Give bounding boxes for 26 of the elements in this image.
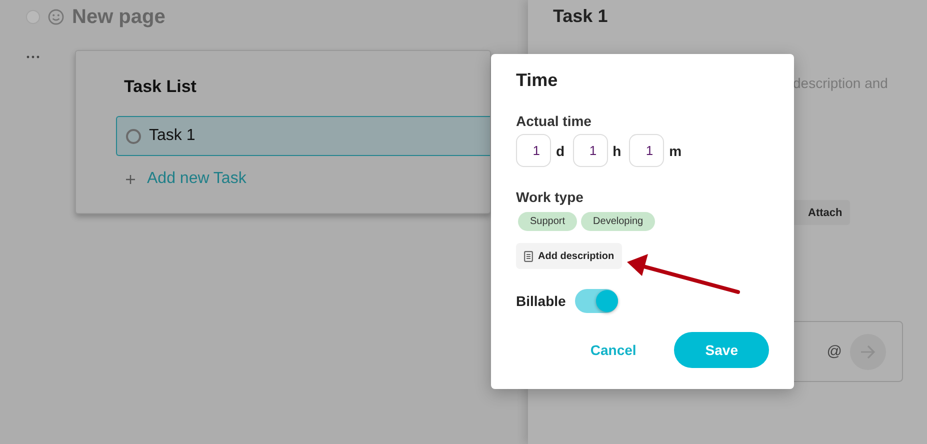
time-input[interactable]: 1 bbox=[572, 134, 608, 167]
billable-label: Billable bbox=[516, 293, 566, 309]
unit-label: h bbox=[612, 142, 622, 158]
detail-title: Task 1 bbox=[553, 6, 609, 27]
document-icon bbox=[524, 250, 533, 262]
task-row[interactable]: Task 1 bbox=[116, 116, 490, 156]
more-icon[interactable] bbox=[26, 55, 40, 59]
work-type-chip[interactable]: Support bbox=[518, 212, 578, 231]
plus-icon bbox=[126, 174, 135, 184]
smiley-icon bbox=[48, 9, 64, 25]
mention-icon[interactable]: @ bbox=[826, 343, 842, 360]
add-description-button[interactable]: Add description bbox=[516, 243, 622, 269]
work-type-label: Work type bbox=[516, 189, 584, 205]
task-name: Task 1 bbox=[149, 127, 196, 145]
actual-time-label: Actual time bbox=[516, 113, 592, 129]
page-title: New page bbox=[72, 6, 166, 28]
card-title: Task List bbox=[124, 77, 198, 97]
send-button[interactable] bbox=[850, 334, 886, 370]
billable-toggle[interactable] bbox=[574, 289, 618, 313]
unit-label: d bbox=[556, 142, 565, 158]
time-input[interactable]: 1 bbox=[516, 134, 551, 167]
time-input[interactable]: 1 bbox=[629, 134, 664, 167]
dialog-title: Time bbox=[516, 70, 559, 91]
unit-label: m bbox=[669, 142, 682, 158]
task-checkbox[interactable] bbox=[126, 128, 141, 144]
work-type-chip[interactable]: Developing bbox=[581, 212, 656, 231]
